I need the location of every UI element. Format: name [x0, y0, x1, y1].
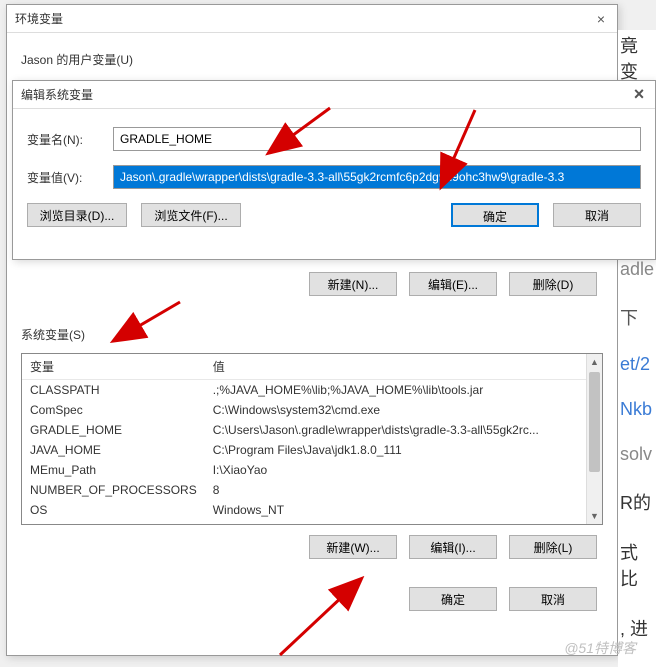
scrollbar[interactable]: ▲ ▼ — [586, 354, 602, 524]
user-edit-button[interactable]: 编辑(E)... — [409, 272, 497, 296]
sys-delete-button[interactable]: 删除(L) — [509, 535, 597, 559]
edit-ok-button[interactable]: 确定 — [451, 203, 539, 227]
var-value-input[interactable] — [113, 165, 641, 189]
window-title: 环境变量 — [15, 10, 63, 27]
titlebar: 编辑系统变量 × — [13, 81, 655, 109]
sys-edit-button[interactable]: 编辑(I)... — [409, 535, 497, 559]
var-name-input[interactable] — [113, 127, 641, 151]
titlebar: 环境变量 × — [7, 5, 617, 33]
user-vars-label: Jason 的用户变量(U) — [21, 43, 603, 72]
watermark: @51特博客 — [564, 638, 636, 658]
scroll-thumb[interactable] — [589, 372, 600, 472]
dialog-title: 编辑系统变量 — [21, 86, 93, 103]
edit-cancel-button[interactable]: 取消 — [553, 203, 641, 227]
sys-vars-label: 系统变量(S) — [21, 318, 603, 347]
edit-sysvar-dialog: 编辑系统变量 × 变量名(N): 变量值(V): 浏览目录(D)... 浏览文件… — [12, 80, 656, 260]
col-val[interactable]: 值 — [205, 354, 602, 380]
env-ok-button[interactable]: 确定 — [409, 587, 497, 611]
table-row[interactable]: JAVA_HOMEC:\Program Files\Java\jdk1.8.0_… — [22, 440, 602, 460]
scroll-up-icon[interactable]: ▲ — [587, 354, 602, 370]
browse-file-button[interactable]: 浏览文件(F)... — [141, 203, 241, 227]
user-new-button[interactable]: 新建(N)... — [309, 272, 397, 296]
user-delete-button[interactable]: 删除(D) — [509, 272, 597, 296]
env-cancel-button[interactable]: 取消 — [509, 587, 597, 611]
scroll-down-icon[interactable]: ▼ — [587, 508, 602, 524]
table-row[interactable]: GRADLE_HOMEC:\Users\Jason\.gradle\wrappe… — [22, 420, 602, 440]
table-row[interactable]: MEmu_PathI:\XiaoYao — [22, 460, 602, 480]
sys-new-button[interactable]: 新建(W)... — [309, 535, 397, 559]
var-value-label: 变量值(V): — [27, 169, 113, 186]
col-var[interactable]: 变量 — [22, 354, 205, 380]
close-icon[interactable]: × — [593, 11, 609, 27]
browse-dir-button[interactable]: 浏览目录(D)... — [27, 203, 127, 227]
var-name-label: 变量名(N): — [27, 131, 113, 148]
table-row[interactable]: OSWindows_NT — [22, 500, 602, 520]
sys-vars-table[interactable]: 变量 值 CLASSPATH.;%JAVA_HOME%\lib;%JAVA_HO… — [21, 353, 603, 525]
table-row[interactable]: CLASSPATH.;%JAVA_HOME%\lib;%JAVA_HOME%\l… — [22, 380, 602, 401]
table-row[interactable]: ComSpecC:\Windows\system32\cmd.exe — [22, 400, 602, 420]
close-icon[interactable]: × — [631, 87, 647, 103]
table-row[interactable]: NUMBER_OF_PROCESSORS8 — [22, 480, 602, 500]
